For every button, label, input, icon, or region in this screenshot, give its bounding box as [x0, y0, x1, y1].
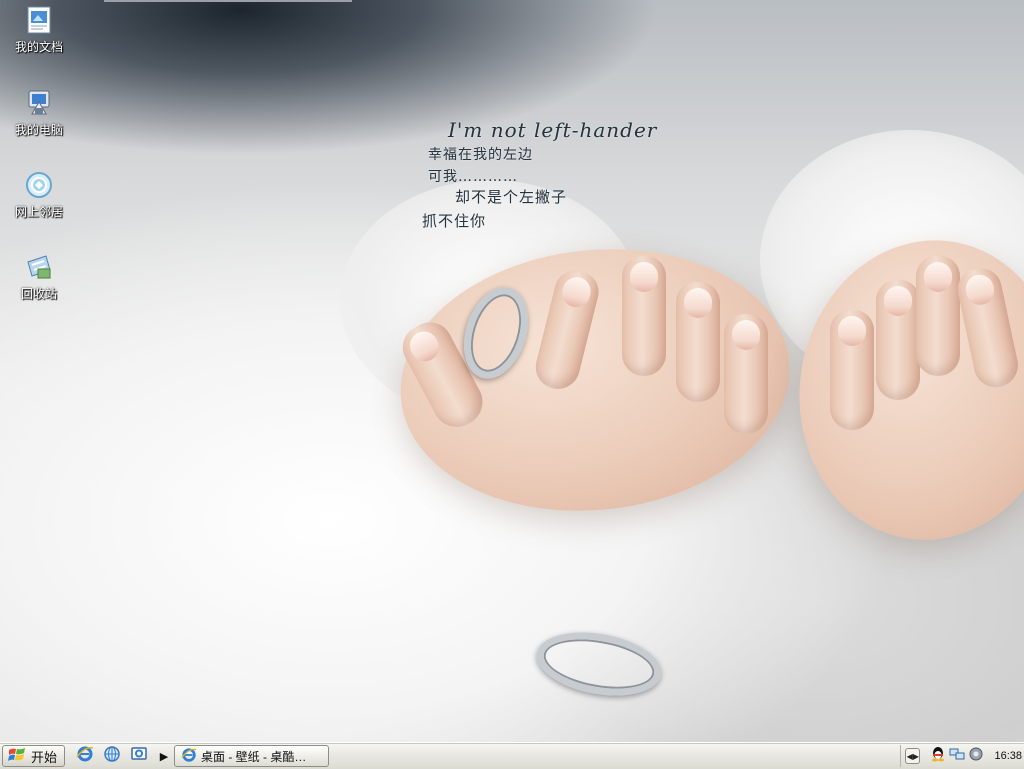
desktop-icon-network-places[interactable]: 网上邻居 [1, 169, 77, 220]
tray-expand-button[interactable]: ◀▶ [905, 748, 921, 764]
wallpaper-finger [876, 280, 920, 400]
desktop-icon-label: 我的文档 [14, 40, 63, 54]
desktop-icon-label: 网上邻居 [14, 205, 63, 219]
wallpaper-finger [724, 314, 768, 434]
wallpaper-finger [916, 256, 960, 376]
quick-launch-internet-explorer[interactable] [76, 745, 94, 768]
windows-logo-icon [8, 747, 26, 766]
wallpaper-ring-lying [531, 623, 667, 705]
quick-launch-web-browser[interactable] [103, 745, 121, 768]
wallpaper-text-line2: 幸福在我的左边 [428, 147, 533, 163]
recycle-bin-icon [23, 251, 55, 283]
taskbar: 开始 ▶ 桌面 - 壁纸 - 桌酷… ◀▶ 16:38 [0, 742, 1024, 769]
wallpaper-text-line4: 却不是个左撇子 [455, 188, 568, 206]
my-documents-icon [23, 4, 55, 36]
wallpaper-finger [622, 256, 666, 376]
network-icon [949, 746, 965, 767]
desktop-icon-label: 回收站 [20, 287, 57, 301]
wallpaper-text-line3: 可我………… [428, 169, 518, 185]
desktop[interactable]: I'm not left-hander 幸福在我的左边 可我………… 却不是个左… [0, 0, 1024, 742]
top-edge-bar [104, 0, 352, 2]
show-desktop-icon [130, 745, 148, 768]
taskbar-window-button[interactable]: 桌面 - 壁纸 - 桌酷… [174, 745, 329, 767]
volume-icon [968, 746, 984, 767]
taskbar-window-title: 桌面 - 壁纸 - 桌酷… [201, 749, 307, 764]
tray-volume[interactable] [968, 746, 984, 767]
wallpaper-text-line5: 抓不住你 [422, 212, 487, 230]
system-tray: ◀▶ 16:38 [900, 745, 1022, 767]
tray-expand-icon: ◀▶ [906, 751, 919, 761]
quick-launch-more-button[interactable]: ▶ [158, 748, 170, 764]
start-label: 开始 [31, 749, 58, 765]
wallpaper-finger [676, 282, 720, 402]
quick-launch-show-desktop[interactable] [130, 745, 148, 768]
wallpaper-text-line1: I'm not left-hander [448, 118, 658, 142]
desktop-icon-my-documents[interactable]: 我的文档 [1, 4, 77, 55]
internet-explorer-icon [181, 747, 197, 766]
desktop-icon-label: 我的电脑 [14, 123, 63, 137]
start-button[interactable]: 开始 [2, 745, 65, 767]
qq-icon [930, 746, 946, 767]
internet-explorer-icon [76, 745, 94, 768]
wallpaper-finger [830, 310, 874, 430]
tray-clock[interactable]: 16:38 [994, 750, 1022, 762]
my-computer-icon [23, 87, 55, 119]
desktop-icon-recycle-bin[interactable]: 回收站 [1, 251, 77, 302]
web-browser-icon [103, 745, 121, 768]
tray-qq[interactable] [930, 746, 946, 767]
chevron-right-icon: ▶ [159, 750, 169, 763]
tray-network[interactable] [949, 748, 965, 764]
desktop-icon-my-computer[interactable]: 我的电脑 [1, 87, 77, 138]
network-places-icon [23, 169, 55, 201]
